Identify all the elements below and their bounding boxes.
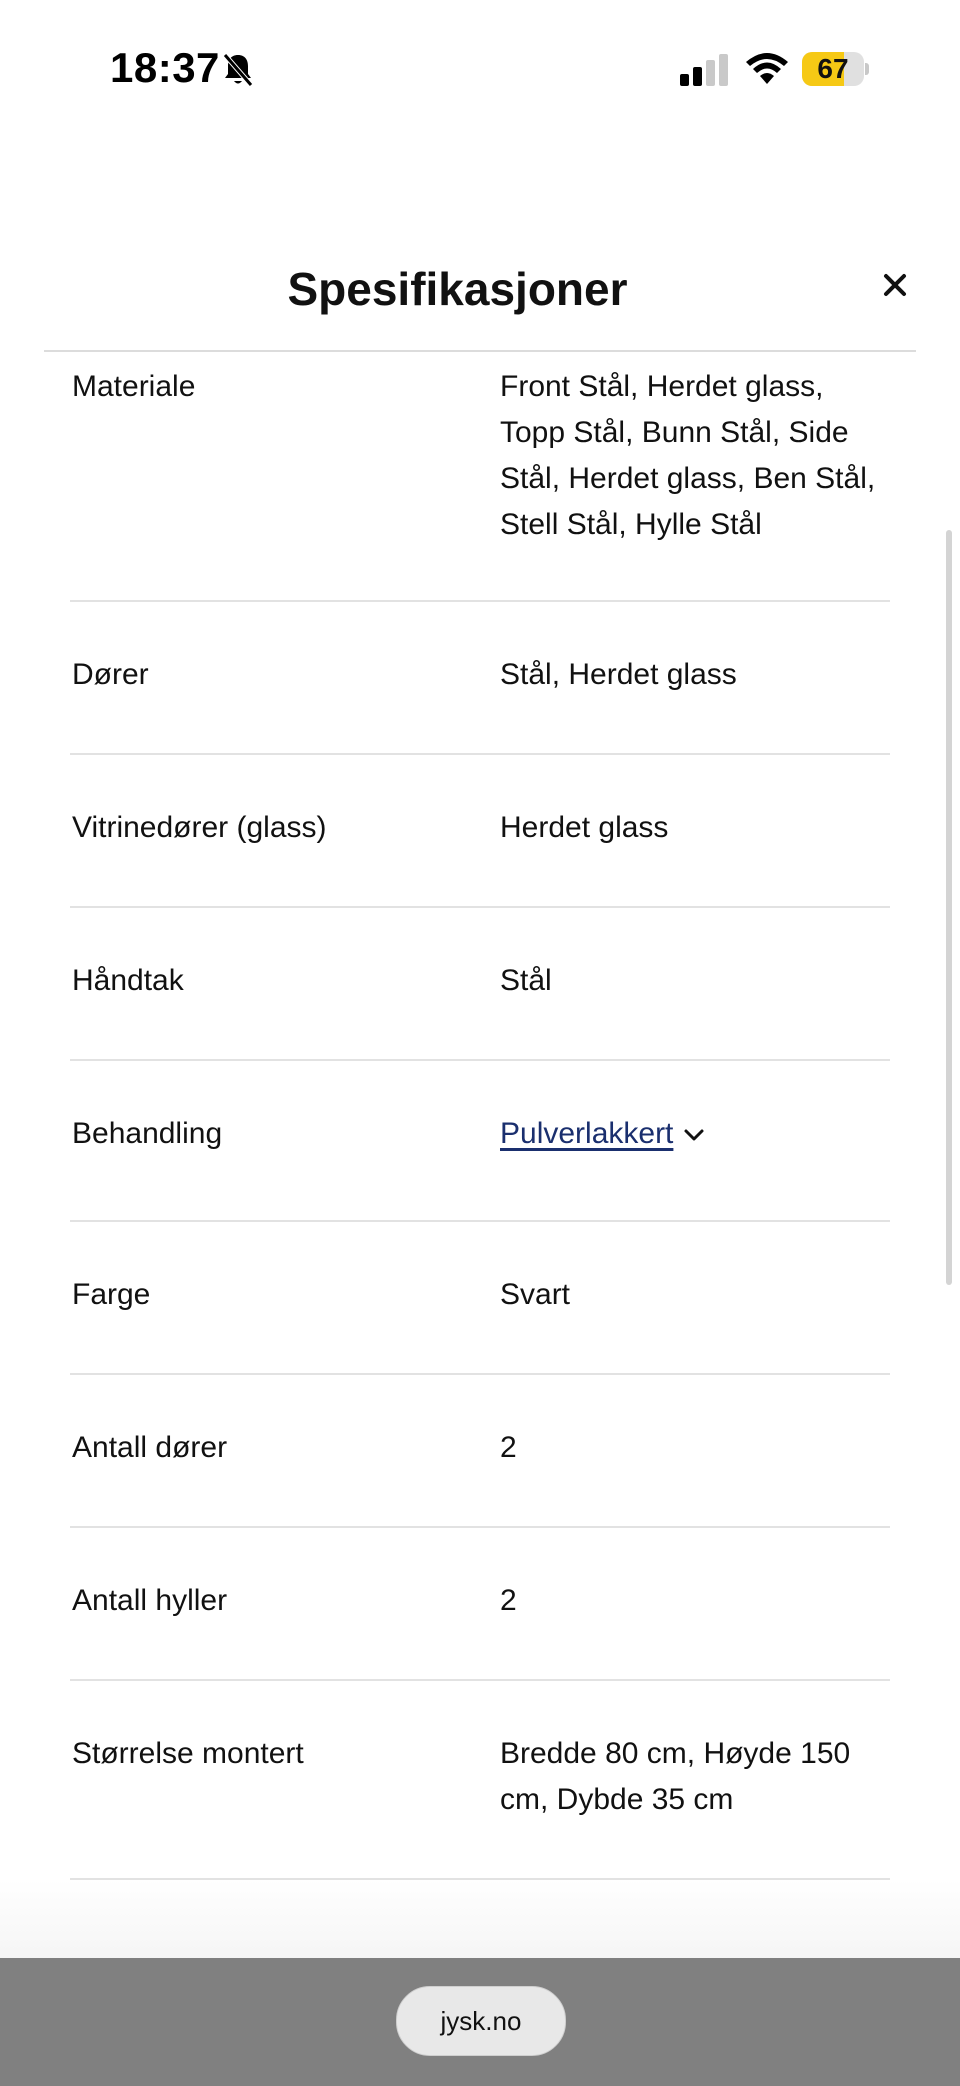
- spec-value: Front Stål, Herdet glass, Topp Stål, Bun…: [500, 364, 900, 548]
- spec-value-line: 2: [500, 1584, 517, 1617]
- spec-value: 2: [500, 1578, 900, 1624]
- spec-value-line: Stell Stål, Hylle Stål: [500, 508, 762, 541]
- battery-cap: [865, 63, 869, 75]
- spec-label: Antall hyller: [72, 1584, 228, 1617]
- spec-label: Materiale: [72, 370, 196, 403]
- spec-label: Vitrinedører (glass): [72, 811, 327, 844]
- modal-title: Spesifikasjoner: [287, 263, 628, 315]
- spec-value: Pulverlakkert: [500, 1111, 900, 1157]
- bell-muted-icon: [223, 53, 253, 87]
- spec-row-materiale: Materiale Front Stål, Herdet glass, Topp…: [0, 352, 960, 602]
- spec-row-handtak: Håndtak Stål: [0, 908, 960, 1061]
- spec-value-line: Front Stål, Herdet glass,: [500, 370, 824, 403]
- scrollbar[interactable]: [946, 530, 952, 1285]
- spec-row-farge: Farge Svart: [0, 1222, 960, 1375]
- spec-label: Antall dører: [72, 1431, 228, 1464]
- spec-value: Stål, Herdet glass: [500, 652, 900, 698]
- battery-body: 67: [802, 52, 864, 86]
- spec-row-storrelse-montert: Størrelse montert Bredde 80 cm, Høyde 15…: [0, 1681, 960, 1880]
- spec-row-dorer: Dører Stål, Herdet glass: [0, 602, 960, 755]
- spec-value-line: Stål: [500, 964, 552, 997]
- spec-value-line: 2: [500, 1431, 517, 1464]
- page: 18:37 67 Spesifikasjoner Materiale Front…: [0, 0, 960, 2086]
- spec-value: 2: [500, 1425, 900, 1471]
- spec-value-line: Herdet glass: [500, 811, 669, 844]
- spec-label: Behandling: [72, 1117, 223, 1150]
- battery-percentage: 67: [817, 53, 849, 84]
- close-icon: [884, 274, 906, 296]
- behandling-info-link[interactable]: Pulverlakkert: [500, 1117, 673, 1150]
- spec-value-line: Topp Stål, Bunn Stål, Side: [500, 416, 849, 449]
- status-bar: 18:37 67: [0, 0, 960, 140]
- spec-row-antall-dorer: Antall dører 2: [0, 1375, 960, 1528]
- address-bar[interactable]: jysk.no: [396, 1986, 566, 2056]
- spec-label: Dører: [72, 658, 149, 691]
- spec-label: Farge: [72, 1278, 151, 1311]
- close-button[interactable]: [874, 264, 916, 306]
- spec-value: Bredde 80 cm, Høyde 150 cm, Dybde 35 cm: [500, 1731, 900, 1823]
- spec-value-line: Stål, Herdet glass: [500, 658, 737, 691]
- chevron-down-icon[interactable]: [683, 1127, 705, 1143]
- spec-row-behandling: Behandling Pulverlakkert: [0, 1061, 960, 1222]
- spec-row-vitrinedorer: Vitrinedører (glass) Herdet glass: [0, 755, 960, 908]
- spec-label: Håndtak: [72, 964, 184, 997]
- spec-value-line: Svart: [500, 1278, 571, 1311]
- cellular-signal-icon: [680, 54, 728, 86]
- bottom-fade: [0, 1880, 960, 1960]
- wifi-icon: [746, 53, 788, 84]
- status-time: 18:37: [110, 44, 220, 91]
- spec-value-line: cm, Dybde 35 cm: [500, 1783, 734, 1816]
- spec-value: Herdet glass: [500, 805, 900, 851]
- spec-value-line: Stål, Herdet glass, Ben Stål,: [500, 462, 876, 495]
- spec-label: Størrelse montert: [72, 1737, 304, 1770]
- spec-value: Stål: [500, 958, 900, 1004]
- battery-indicator: 67: [802, 52, 869, 86]
- spec-row-antall-hyller: Antall hyller 2: [0, 1528, 960, 1681]
- spec-list: Materiale Front Stål, Herdet glass, Topp…: [0, 352, 960, 1880]
- spec-value-line: Bredde 80 cm, Høyde 150: [500, 1737, 851, 1770]
- spec-value: Svart: [500, 1272, 900, 1318]
